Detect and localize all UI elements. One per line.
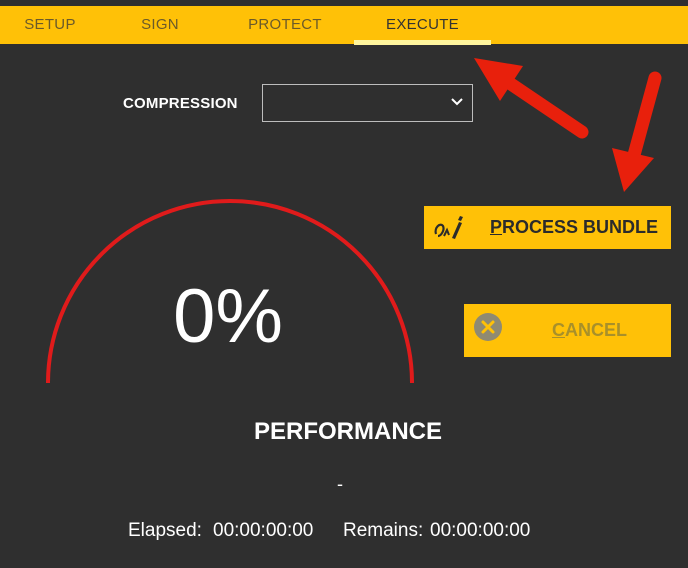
arrow-to-process-button	[612, 71, 662, 192]
arrow-to-execute-tab	[474, 58, 589, 139]
annotation-arrows	[474, 58, 662, 192]
